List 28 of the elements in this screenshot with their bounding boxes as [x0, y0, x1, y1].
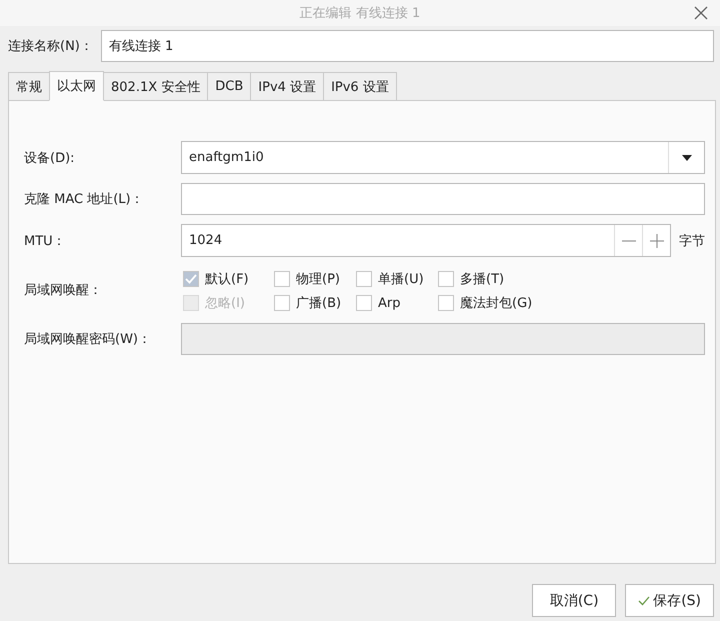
- field-label: 克隆 MAC 地址(L)：: [24, 191, 145, 208]
- device-dropdown[interactable]: enaftgm1i0: [181, 141, 705, 174]
- checkbox-option[interactable]: 魔法封包(G): [438, 294, 558, 312]
- checkbox-option[interactable]: 广播(B): [274, 294, 356, 312]
- window-title: 正在编辑 有线连接 1: [300, 5, 420, 22]
- field-label: 设备(D):: [24, 150, 76, 166]
- mtu-field[interactable]: 1024: [182, 225, 614, 256]
- checkbox-option[interactable]: 单播(U): [356, 270, 438, 288]
- mtu-spinbox[interactable]: 1024: [181, 224, 671, 257]
- checkmark-icon: [638, 596, 650, 606]
- save-button[interactable]: 保存(S): [625, 584, 714, 617]
- checkbox-option[interactable]: Arp: [356, 294, 438, 312]
- field-label: 连接名称(N)：: [8, 38, 93, 55]
- checkbox-option[interactable]: 多播(T): [438, 270, 558, 288]
- cancel-button[interactable]: 取消(C): [532, 584, 616, 617]
- tab[interactable]: 以太网: [49, 71, 104, 101]
- checkbox-option[interactable]: 物理(P): [274, 270, 356, 288]
- tab[interactable]: 常规: [8, 72, 50, 100]
- connection-name-field[interactable]: 有线连接 1: [100, 30, 714, 62]
- field-label: 局域网唤醒密码(W)：: [24, 331, 152, 348]
- close-icon[interactable]: [694, 6, 708, 20]
- tab[interactable]: IPv6 设置: [323, 72, 397, 100]
- checkmark-icon: [185, 274, 197, 284]
- field-label: MTU：: [24, 232, 67, 250]
- caret-icon: [682, 154, 692, 160]
- field-label: 局域网唤醒：: [24, 282, 103, 299]
- checkbox-option[interactable]: 默认(F): [183, 270, 274, 288]
- unit-label: 字节: [679, 232, 705, 250]
